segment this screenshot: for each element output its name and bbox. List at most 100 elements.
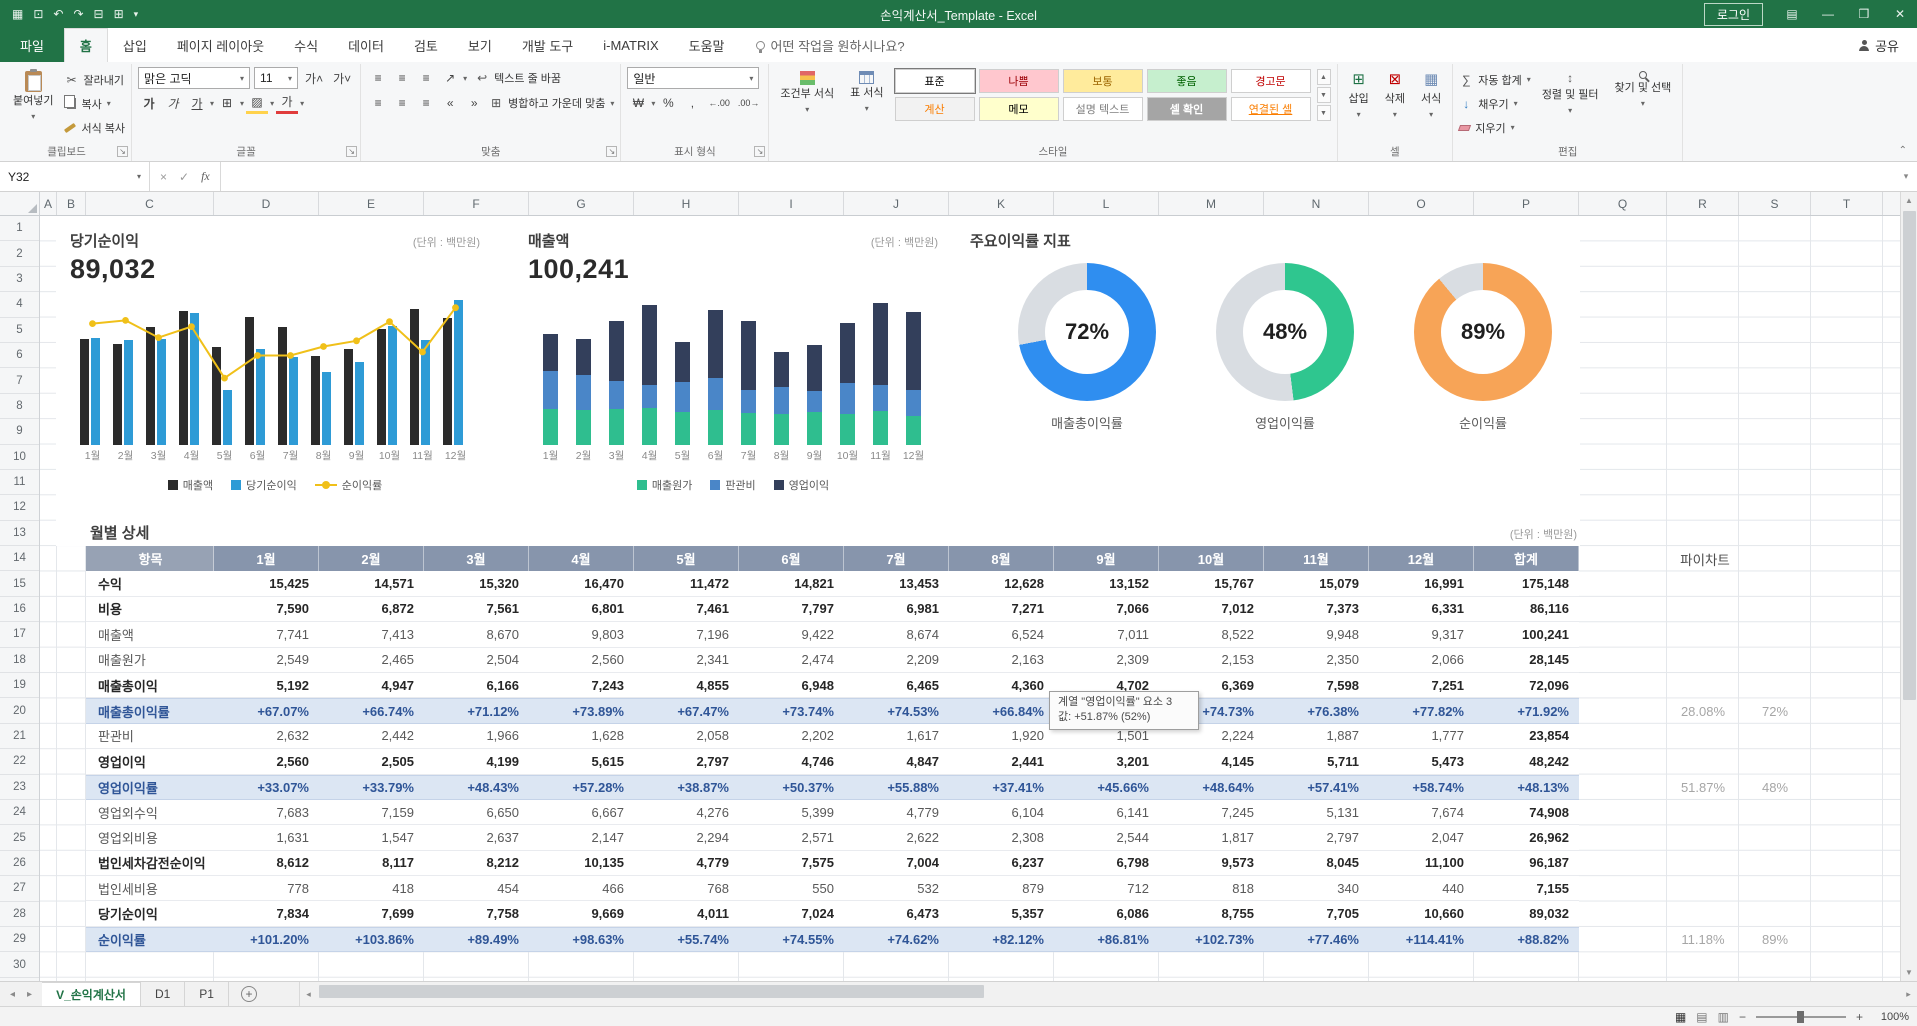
col-header-J[interactable]: J xyxy=(844,192,949,215)
value-cell[interactable]: 6,331 xyxy=(1369,597,1474,621)
value-cell[interactable]: +37.41% xyxy=(949,776,1054,799)
value-cell[interactable]: 6,798 xyxy=(1054,851,1159,875)
value-cell[interactable]: 2,047 xyxy=(1369,825,1474,849)
formula-input[interactable] xyxy=(221,162,1895,191)
tab-help[interactable]: 도움말 xyxy=(674,28,740,62)
value-cell[interactable]: 6,086 xyxy=(1054,901,1159,925)
value-cell[interactable]: 2,544 xyxy=(1054,825,1159,849)
value-cell[interactable]: 7,575 xyxy=(739,851,844,875)
share-button[interactable]: 공유 xyxy=(1859,28,1917,62)
row-header-17[interactable]: 17 xyxy=(0,622,39,647)
value-cell[interactable]: 7,243 xyxy=(529,673,634,697)
total-cell[interactable]: 89,032 xyxy=(1474,901,1579,925)
row-label-cell[interactable]: 비용 xyxy=(86,597,214,621)
value-cell[interactable]: +82.12% xyxy=(949,928,1054,951)
row-header-11[interactable]: 11 xyxy=(0,470,39,495)
zoom-level[interactable]: 100% xyxy=(1873,1011,1909,1023)
row-header-9[interactable]: 9 xyxy=(0,419,39,444)
value-cell[interactable]: 712 xyxy=(1054,876,1159,900)
value-cell[interactable]: 2,441 xyxy=(949,749,1054,773)
value-cell[interactable]: 13,453 xyxy=(844,571,949,595)
value-cell[interactable]: +48.64% xyxy=(1159,776,1264,799)
col-header-C[interactable]: C xyxy=(86,192,214,215)
minimize-icon[interactable]: — xyxy=(1811,0,1845,28)
decrease-decimal-button[interactable]: .00→ xyxy=(735,92,763,114)
align-bottom-icon[interactable]: ≡ xyxy=(415,67,437,89)
grow-font-button[interactable]: 가˄ xyxy=(302,67,326,89)
donut-순이익률[interactable]: 89%순이익률 xyxy=(1414,263,1552,432)
save-icon[interactable]: ⊡ xyxy=(33,7,43,21)
merge-center-button[interactable]: ⊞병합하고 가운데 맞춤▾ xyxy=(489,93,614,114)
tab-developer[interactable]: 개발 도구 xyxy=(507,28,588,62)
value-cell[interactable]: 7,196 xyxy=(634,622,739,646)
row-header-4[interactable]: 4 xyxy=(0,292,39,317)
value-cell[interactable]: 6,473 xyxy=(844,901,949,925)
value-cell[interactable]: +66.74% xyxy=(319,699,424,722)
value-cell[interactable]: 7,758 xyxy=(424,901,529,925)
total-cell[interactable]: 28,145 xyxy=(1474,648,1579,672)
value-cell[interactable]: 7,683 xyxy=(214,800,319,824)
value-cell[interactable]: 532 xyxy=(844,876,949,900)
value-cell[interactable]: 2,058 xyxy=(634,724,739,748)
horizontal-scroll-thumb[interactable] xyxy=(319,985,984,998)
tab-scroll-left-icon[interactable]: ◂ xyxy=(10,989,15,1000)
page-layout-view-icon[interactable]: ▤ xyxy=(1696,1010,1707,1024)
increase-indent-icon[interactable]: » xyxy=(463,92,485,114)
value-cell[interactable]: 7,705 xyxy=(1264,901,1369,925)
value-cell[interactable]: 5,357 xyxy=(949,901,1054,925)
value-cell[interactable]: 8,045 xyxy=(1264,851,1369,875)
align-center-icon[interactable]: ≡ xyxy=(391,92,413,114)
value-cell[interactable]: 8,117 xyxy=(319,851,424,875)
row-label-cell[interactable]: 수익 xyxy=(86,571,214,595)
cells-area[interactable]: 당기순이익 (단위 : 백만원) 89,032 1월2월3월4월5월6월7월8월… xyxy=(40,216,1900,981)
row-label-cell[interactable]: 영업이익률 xyxy=(86,776,214,799)
row-header-14[interactable]: 14 xyxy=(0,546,39,571)
borders-button[interactable]: ⊞ xyxy=(216,92,238,114)
value-cell[interactable]: 818 xyxy=(1159,876,1264,900)
value-cell[interactable]: 9,948 xyxy=(1264,622,1369,646)
value-cell[interactable]: 8,674 xyxy=(844,622,949,646)
value-cell[interactable]: 4,746 xyxy=(739,749,844,773)
row-label-cell[interactable]: 영업이익 xyxy=(86,749,214,773)
value-cell[interactable]: 15,767 xyxy=(1159,571,1264,595)
value-cell[interactable]: 340 xyxy=(1264,876,1369,900)
total-cell[interactable]: 48,242 xyxy=(1474,749,1579,773)
cut-button[interactable]: ✂잘라내기 xyxy=(64,69,125,90)
value-cell[interactable]: 8,522 xyxy=(1159,622,1264,646)
row-header-29[interactable]: 29 xyxy=(0,927,39,952)
value-cell[interactable]: 7,413 xyxy=(319,622,424,646)
table-header-cell[interactable]: 2월 xyxy=(319,546,424,571)
row-header-5[interactable]: 5 xyxy=(0,318,39,343)
value-cell[interactable]: 5,711 xyxy=(1264,749,1369,773)
align-left-icon[interactable]: ≡ xyxy=(367,92,389,114)
login-button[interactable]: 로그인 xyxy=(1704,3,1763,26)
value-cell[interactable]: 7,561 xyxy=(424,597,529,621)
table-header-cell[interactable]: 4월 xyxy=(529,546,634,571)
value-cell[interactable]: +114.41% xyxy=(1369,928,1474,951)
donut-매출총이익률[interactable]: 72%매출총이익률 xyxy=(1018,263,1156,432)
value-cell[interactable]: 1,547 xyxy=(319,825,424,849)
row-header-27[interactable]: 27 xyxy=(0,876,39,901)
total-cell[interactable]: 74,908 xyxy=(1474,800,1579,824)
conditional-formatting-button[interactable]: 조건부 서식▾ xyxy=(775,67,839,119)
value-cell[interactable]: 9,573 xyxy=(1159,851,1264,875)
value-cell[interactable]: +67.47% xyxy=(634,699,739,722)
number-format-combo[interactable]: 일반▾ xyxy=(627,67,759,89)
col-header-A[interactable]: A xyxy=(40,192,57,215)
value-cell[interactable]: 2,442 xyxy=(319,724,424,748)
value-cell[interactable]: 2,797 xyxy=(1264,825,1369,849)
col-header-I[interactable]: I xyxy=(739,192,844,215)
value-cell[interactable]: 10,135 xyxy=(529,851,634,875)
row-header-16[interactable]: 16 xyxy=(0,597,39,622)
col-header-B[interactable]: B xyxy=(57,192,86,215)
value-cell[interactable]: 12,628 xyxy=(949,571,1054,595)
value-cell[interactable]: 7,024 xyxy=(739,901,844,925)
row-label-cell[interactable]: 매출액 xyxy=(86,622,214,646)
col-header-K[interactable]: K xyxy=(949,192,1054,215)
row-header-20[interactable]: 20 xyxy=(0,698,39,723)
value-cell[interactable]: 1,777 xyxy=(1369,724,1474,748)
value-cell[interactable]: +101.20% xyxy=(214,928,319,951)
value-cell[interactable]: 14,571 xyxy=(319,571,424,595)
new-sheet-icon[interactable]: + xyxy=(241,986,257,1002)
revenue-chart[interactable]: 매출액 (단위 : 백만원) 100,241 1월2월3월4월5월6월7월8월9… xyxy=(518,224,948,516)
